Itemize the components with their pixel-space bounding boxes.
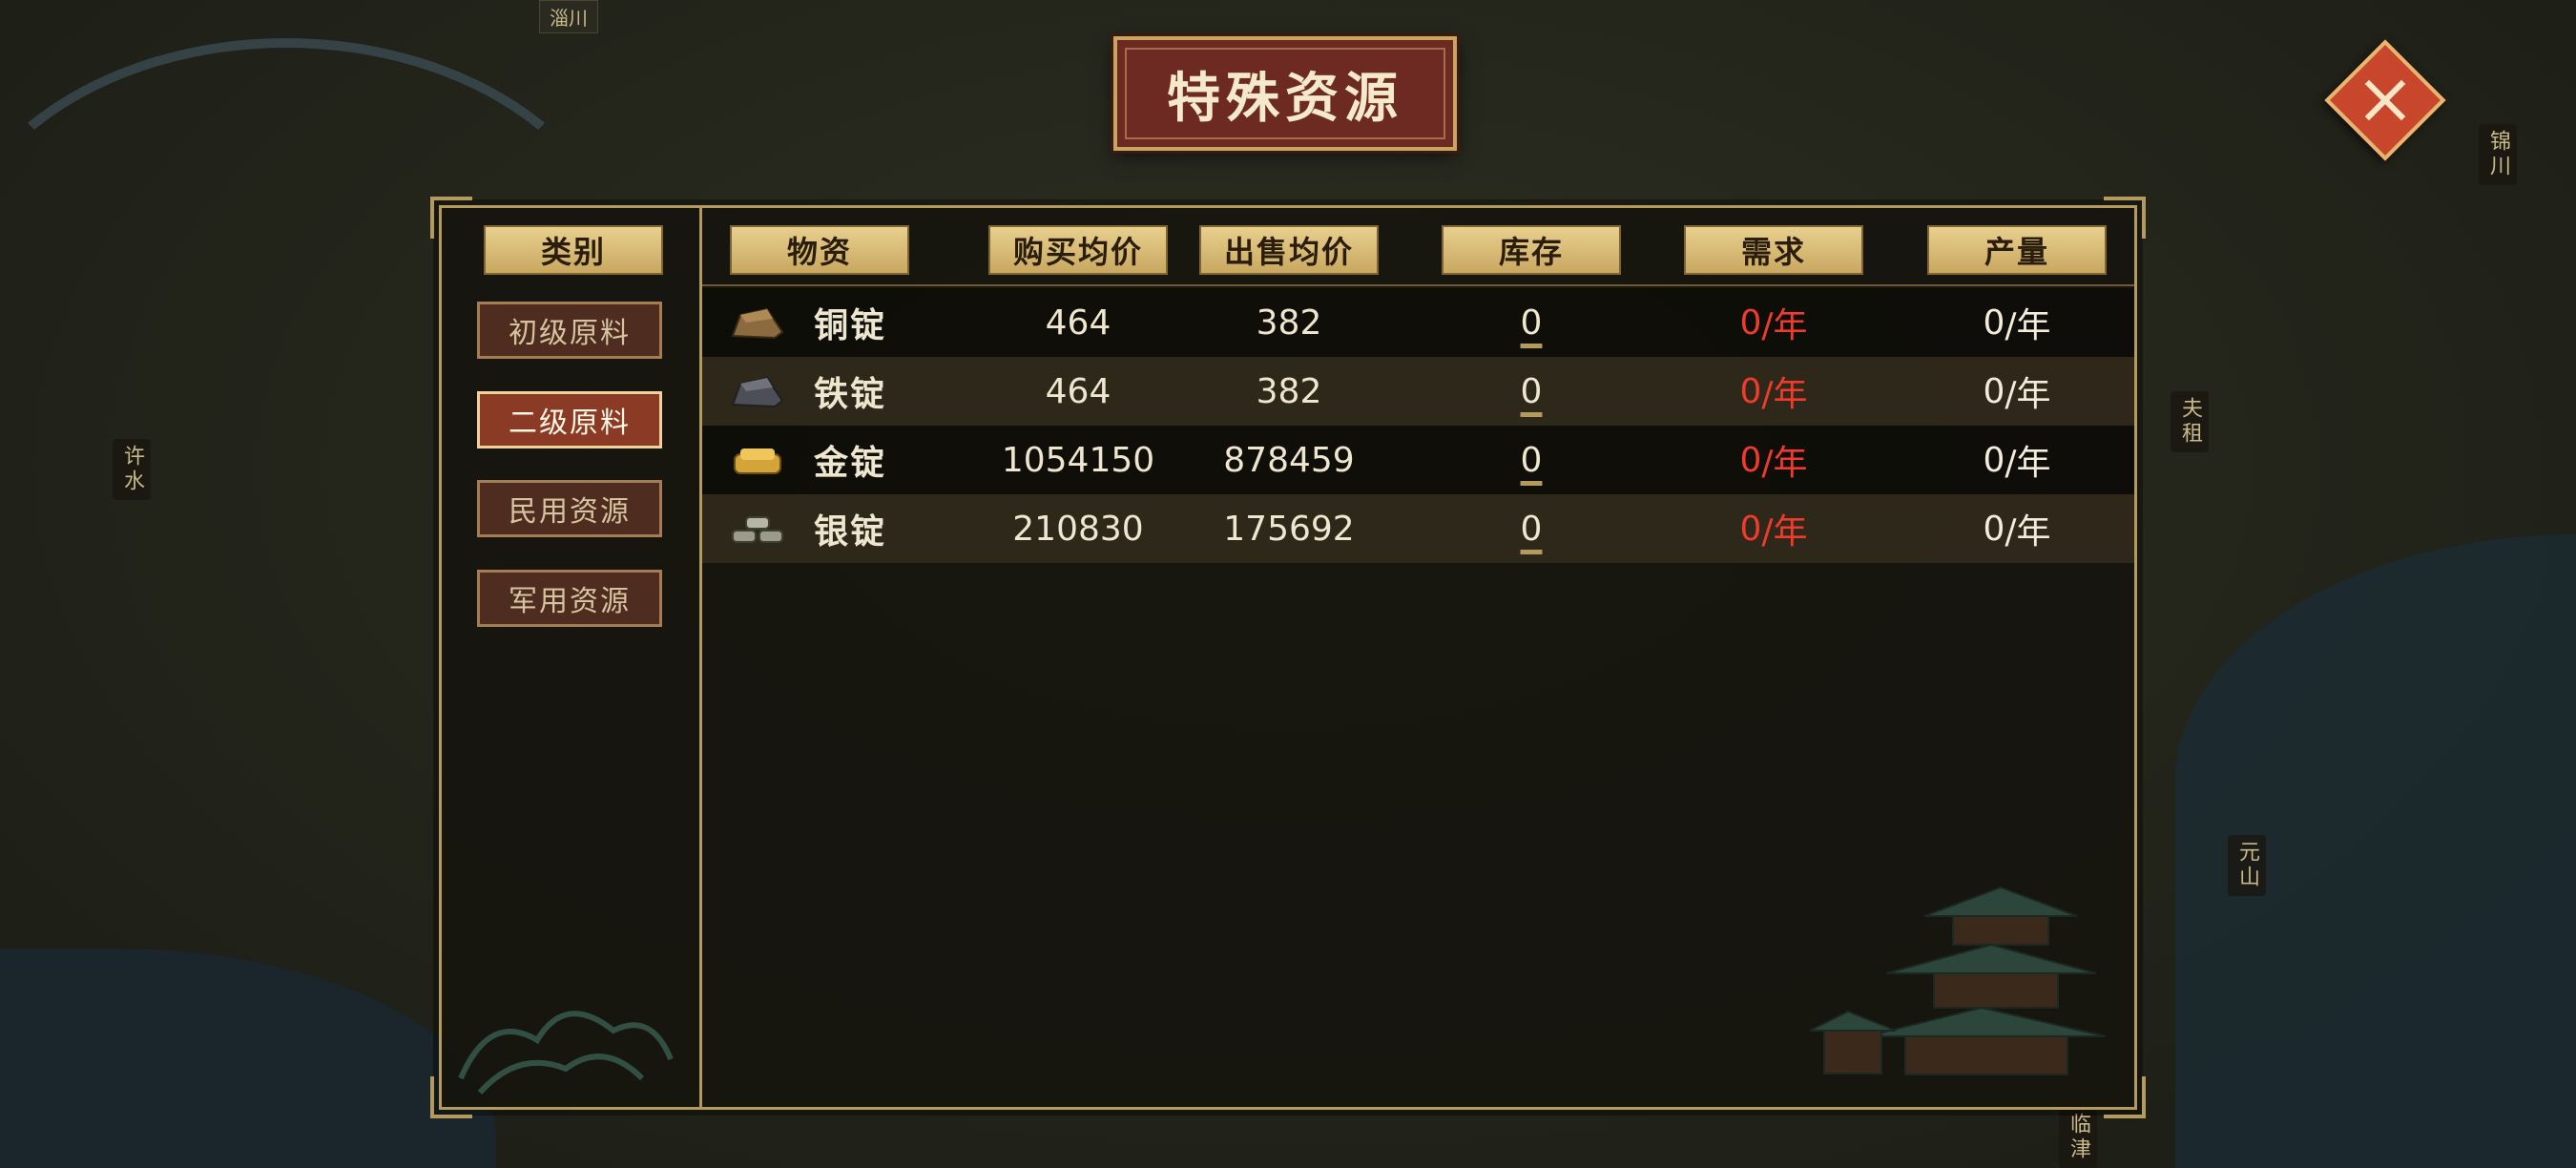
output-value: 0 xyxy=(1983,371,2005,411)
panel-corner xyxy=(430,197,472,239)
resource-panel: 类别 初级原料 二级原料 民用资源 军用资源 物资 购买均价 出售均价 库存 需… xyxy=(430,197,2146,1118)
table-row[interactable]: 银锭 210830 175692 0 0/年 0/年 xyxy=(702,494,2134,563)
output-unit: /年 xyxy=(2005,512,2051,552)
demand-value: 0 xyxy=(1739,509,1762,549)
header-divider xyxy=(702,284,2134,286)
output-unit: /年 xyxy=(2005,444,2051,483)
column-header-output: 产量 xyxy=(1927,225,2107,275)
item-name: 银锭 xyxy=(813,512,886,552)
column-header-stock: 库存 xyxy=(1442,225,1621,275)
output-unit: /年 xyxy=(2005,306,2051,345)
sell-price: 382 xyxy=(1256,302,1322,343)
buy-price: 464 xyxy=(1045,371,1111,411)
stock-value[interactable]: 0 xyxy=(1442,357,1621,426)
sell-price: 878459 xyxy=(1223,440,1355,480)
map-city-label[interactable]: 淄川 xyxy=(539,0,598,33)
category-tab-civil-resources[interactable]: 民用资源 xyxy=(477,480,662,537)
sea-bottom xyxy=(0,949,496,1168)
output-unit: /年 xyxy=(2005,375,2051,414)
title-plaque: 特殊资源 xyxy=(1113,36,1457,151)
close-button[interactable] xyxy=(2324,39,2446,161)
demand-unit: /年 xyxy=(1761,306,1808,345)
item-name: 金锭 xyxy=(813,444,886,483)
map-city-label[interactable]: 锦川 xyxy=(2479,124,2517,185)
column-header-demand: 需求 xyxy=(1684,225,1863,275)
sell-price: 175692 xyxy=(1223,509,1355,549)
copper-ingot-icon xyxy=(731,307,784,340)
silver-ingot-icon xyxy=(732,516,783,543)
pagoda-decoration xyxy=(1810,886,2107,1075)
panel-corner xyxy=(2104,197,2146,239)
demand-unit: /年 xyxy=(1761,512,1808,552)
map-city-label[interactable]: 夫租 xyxy=(2171,391,2209,452)
sell-price: 382 xyxy=(1256,371,1322,411)
buy-price: 464 xyxy=(1045,302,1111,343)
map-city-label[interactable]: 临津 xyxy=(2059,1107,2097,1168)
category-tab-military-resources[interactable]: 军用资源 xyxy=(477,570,662,627)
column-header-buy-price: 购买均价 xyxy=(988,225,1168,275)
demand-unit: /年 xyxy=(1761,375,1808,414)
demand-value: 0 xyxy=(1739,440,1762,480)
item-name: 铜锭 xyxy=(813,306,886,345)
buy-price: 210830 xyxy=(1012,509,1144,549)
item-name: 铁锭 xyxy=(813,375,886,414)
stock-value[interactable]: 0 xyxy=(1442,288,1621,357)
output-value: 0 xyxy=(1983,302,2005,343)
iron-ingot-icon xyxy=(731,376,784,408)
gold-ingot-icon xyxy=(734,448,781,474)
stock-value[interactable]: 0 xyxy=(1442,494,1621,563)
cloud-decoration xyxy=(458,1011,674,1095)
column-header-sell-price: 出售均价 xyxy=(1199,225,1379,275)
demand-unit: /年 xyxy=(1761,444,1808,483)
table-row[interactable]: 金锭 1054150 878459 0 0/年 0/年 xyxy=(702,426,2134,494)
category-tab-secondary-materials[interactable]: 二级原料 xyxy=(477,391,662,448)
demand-value: 0 xyxy=(1739,371,1762,411)
output-value: 0 xyxy=(1983,509,2005,549)
demand-value: 0 xyxy=(1739,302,1762,343)
map-city-label[interactable]: 许水 xyxy=(113,439,151,500)
column-header-item: 物资 xyxy=(730,225,909,275)
stock-value[interactable]: 0 xyxy=(1442,426,1621,494)
map-city-label[interactable]: 元山 xyxy=(2228,835,2266,896)
category-tab-primary-materials[interactable]: 初级原料 xyxy=(477,302,662,359)
table-row[interactable]: 铁锭 464 382 0 0/年 0/年 xyxy=(702,357,2134,426)
output-value: 0 xyxy=(1983,440,2005,480)
buy-price: 1054150 xyxy=(1001,440,1155,480)
page-title: 特殊资源 xyxy=(1167,67,1403,130)
table-row[interactable]: 铜锭 464 382 0 0/年 0/年 xyxy=(702,288,2134,357)
category-header: 类别 xyxy=(484,225,663,275)
